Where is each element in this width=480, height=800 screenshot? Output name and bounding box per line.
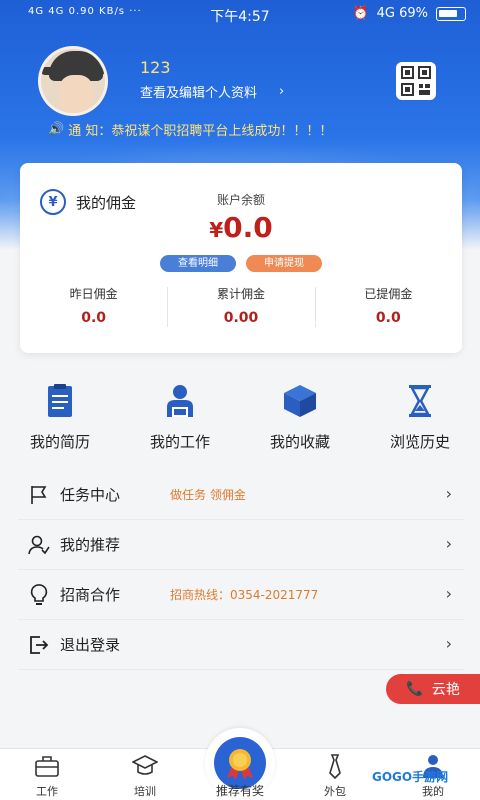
stat-value: 0.0 <box>375 310 401 326</box>
phone-icon: 📞 <box>406 681 424 697</box>
menu-item-label: 退出登录 <box>60 636 121 654</box>
edit-profile-link[interactable]: 查看及编辑个人资料 › <box>140 82 284 101</box>
quick-action-resume[interactable]: 我的简历 <box>0 383 120 453</box>
quick-action-label: 我的收藏 <box>269 433 330 451</box>
balance-label: 账户余额 <box>216 193 265 207</box>
graduation-icon <box>132 755 158 775</box>
stat-label: 累计佣金 <box>216 287 265 301</box>
tab-outsource[interactable]: 外包 <box>300 753 370 799</box>
status-right: ⏰ 4G 69% <box>352 6 466 21</box>
balance-value: ¥0.0 <box>20 211 462 244</box>
qr-code-button[interactable] <box>396 62 436 100</box>
wallet-card: ¥ 我的佣金 账户余额 ¥0.0 查看明细 申请提现 昨日佣金 0.0 累计佣金… <box>20 163 462 353</box>
menu-item-label: 任务中心 <box>60 486 121 504</box>
quick-action-label: 浏览历史 <box>389 433 450 451</box>
menu-item-recommend[interactable]: 我的推荐 › <box>18 520 464 570</box>
menu-item-label: 招商合作 <box>60 586 121 604</box>
battery-icon <box>436 6 466 21</box>
chevron-right-icon: › <box>445 534 452 553</box>
stat-withdrawn: 已提佣金 0.0 <box>314 285 462 335</box>
logout-icon <box>28 634 50 656</box>
app-screen: 4G 4G 0.90 KB/s ··· 下午4:57 ⏰ 4G 69% 123 … <box>0 0 480 800</box>
view-details-button[interactable]: 查看明细 <box>160 255 236 272</box>
speaker-icon: 🔊 <box>48 122 65 137</box>
quick-action-history[interactable]: 浏览历史 <box>360 383 480 453</box>
menu-item-task-center[interactable]: 任务中心 做任务 领佣金 › <box>18 470 464 520</box>
quick-action-work[interactable]: 我的工作 <box>120 383 240 453</box>
chevron-right-icon: › <box>445 584 452 603</box>
stat-yesterday: 昨日佣金 0.0 <box>20 285 167 335</box>
flag-icon <box>28 484 50 506</box>
stat-value: 0.00 <box>223 310 259 326</box>
chevron-right-icon: › <box>445 484 452 503</box>
menu-item-logout[interactable]: 退出登录 › <box>18 620 464 670</box>
chevron-right-icon: › <box>279 84 285 99</box>
user-recommend-icon <box>28 534 50 556</box>
notice-text: 通 知：恭祝谋个职招聘平台上线成功！！！！ <box>68 124 333 139</box>
resume-icon <box>48 384 72 417</box>
currency-symbol: ¥ <box>209 218 224 242</box>
bulb-icon <box>28 583 50 606</box>
avatar[interactable] <box>38 46 108 116</box>
qr-code-icon <box>401 66 431 96</box>
edit-profile-label: 查看及编辑个人资料 <box>140 86 258 101</box>
stat-value: 0.0 <box>81 310 107 326</box>
menu-item-business[interactable]: 招商合作 招商热线：0354-2021777 › <box>18 570 464 620</box>
favorites-icon <box>284 385 316 417</box>
quick-action-label: 我的简历 <box>29 433 90 451</box>
withdraw-button[interactable]: 申请提现 <box>246 255 322 272</box>
commission-stats: 昨日佣金 0.0 累计佣金 0.00 已提佣金 0.0 <box>20 285 462 335</box>
stat-label: 昨日佣金 <box>69 287 118 301</box>
tab-referral-label: 推荐有奖 <box>215 784 264 798</box>
contact-label: 云艳 <box>431 682 460 698</box>
work-icon <box>167 385 193 417</box>
tab-training[interactable]: 培训 <box>110 753 180 799</box>
tie-icon <box>329 754 341 779</box>
avatar-face <box>59 75 93 113</box>
tab-work[interactable]: 工作 <box>12 753 82 799</box>
menu-list: 任务中心 做任务 领佣金 › 我的推荐 › 招商合作 招商热线：0354-202… <box>18 470 464 670</box>
tab-label: 培训 <box>134 785 156 798</box>
menu-item-sub: 做任务 领佣金 <box>170 488 246 502</box>
hourglass-icon <box>409 385 431 417</box>
quick-action-favorites[interactable]: 我的收藏 <box>240 383 360 453</box>
avatar-hat-wing-left <box>41 67 55 75</box>
username: 123 <box>140 58 171 77</box>
briefcase-icon <box>35 756 59 777</box>
quick-action-label: 我的工作 <box>149 433 210 451</box>
quick-actions: 我的简历 我的工作 我的收藏 浏览历史 <box>0 383 480 453</box>
tab-label: 外包 <box>324 785 346 798</box>
stat-total: 累计佣金 0.00 <box>167 285 314 335</box>
contact-button[interactable]: 📞 云艳 <box>386 674 480 704</box>
stat-label: 已提佣金 <box>364 287 413 301</box>
tab-label: 工作 <box>36 785 58 798</box>
alarm-icon: ⏰ <box>352 6 369 21</box>
chevron-right-icon: › <box>445 634 452 653</box>
avatar-hat-wing-right <box>91 67 105 75</box>
status-bar: 4G 4G 0.90 KB/s ··· 下午4:57 ⏰ 4G 69% <box>0 0 480 30</box>
status-indicators: 4G 69% <box>376 6 428 21</box>
watermark-logo: GOGO手游网 <box>372 770 449 784</box>
notice-bar[interactable]: 🔊 通 知：恭祝谋个职招聘平台上线成功！！！！ <box>48 120 332 139</box>
tab-label: 我的 <box>422 785 444 798</box>
menu-item-label: 我的推荐 <box>60 536 121 554</box>
menu-item-sub: 招商热线：0354-2021777 <box>170 588 319 602</box>
balance-amount: 0.0 <box>223 211 273 244</box>
